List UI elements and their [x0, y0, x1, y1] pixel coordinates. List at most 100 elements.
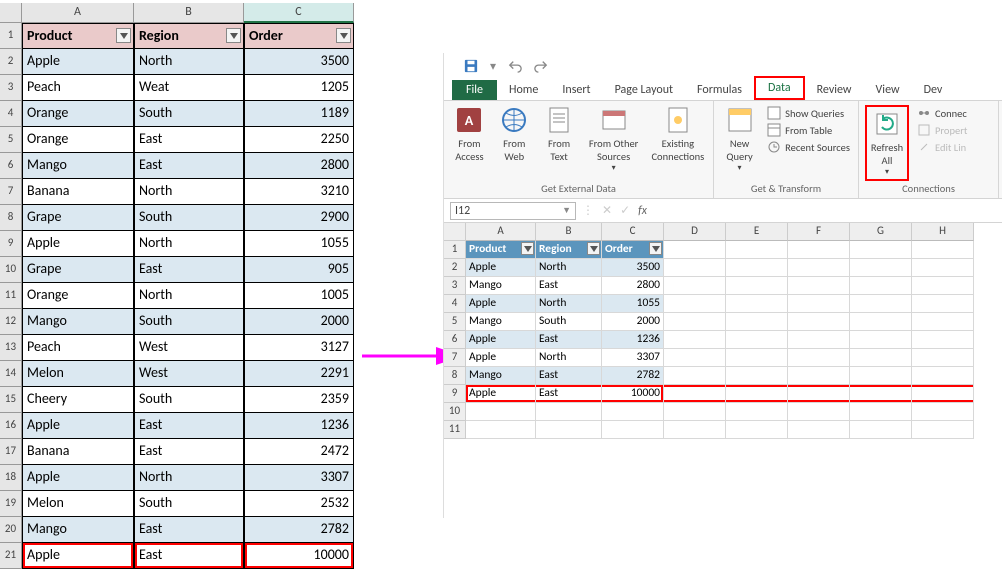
col-header-e[interactable]: E [726, 223, 788, 241]
cell[interactable]: Mango [466, 277, 536, 295]
col-header-c[interactable]: C [244, 3, 354, 23]
cell[interactable]: North [536, 349, 602, 367]
recent-sources-button[interactable]: Recent Sources [765, 139, 852, 155]
cell[interactable] [466, 403, 536, 421]
cell[interactable] [726, 277, 788, 295]
cell[interactable] [726, 331, 788, 349]
cell[interactable]: 2359 [244, 387, 354, 413]
col-header-d[interactable]: D [664, 223, 726, 241]
filter-dropdown-icon[interactable] [587, 242, 600, 255]
cell[interactable] [664, 295, 726, 313]
tab-developer[interactable]: Dev [912, 80, 955, 100]
cell[interactable]: 3127 [244, 335, 354, 361]
tab-data[interactable]: Data [754, 76, 805, 100]
cell[interactable]: North [536, 259, 602, 277]
name-box[interactable]: I12▼ [450, 202, 576, 220]
cell[interactable] [788, 349, 850, 367]
cell[interactable] [664, 349, 726, 367]
row-header[interactable]: 5 [444, 313, 466, 331]
tab-page-layout[interactable]: Page Layout [603, 80, 685, 100]
cell[interactable] [850, 313, 912, 331]
cell[interactable] [664, 277, 726, 295]
cell[interactable] [850, 385, 912, 403]
cell[interactable]: 1189 [244, 101, 354, 127]
cell[interactable] [912, 349, 974, 367]
cell[interactable]: 1205 [244, 75, 354, 101]
col-header-b[interactable]: B [134, 3, 244, 23]
connections-button[interactable]: Connec [915, 105, 969, 121]
cell[interactable]: 1055 [244, 231, 354, 257]
cell[interactable]: Apple [466, 385, 536, 403]
table-header-cell[interactable]: Order [602, 241, 664, 259]
row-header[interactable]: 13 [0, 335, 22, 361]
show-queries-button[interactable]: Show Queries [765, 105, 852, 121]
row-header[interactable]: 8 [444, 367, 466, 385]
row-header[interactable]: 6 [0, 153, 22, 179]
cell[interactable]: East [134, 517, 244, 543]
cell[interactable]: Apple [466, 331, 536, 349]
cell[interactable] [788, 385, 850, 403]
row-header[interactable]: 4 [0, 101, 22, 127]
filter-dropdown-icon[interactable] [649, 242, 662, 255]
cell[interactable]: Grape [22, 205, 134, 231]
cell[interactable]: Banana [22, 179, 134, 205]
table-header-cell[interactable]: Order [244, 23, 354, 49]
row-header[interactable]: 8 [0, 205, 22, 231]
cell[interactable]: Grape [22, 257, 134, 283]
cell[interactable]: North [134, 231, 244, 257]
row-header[interactable]: 14 [0, 361, 22, 387]
cell[interactable]: 1055 [602, 295, 664, 313]
cell[interactable] [912, 385, 974, 403]
row-header[interactable]: 3 [0, 75, 22, 101]
cell[interactable] [912, 295, 974, 313]
cell[interactable] [726, 313, 788, 331]
save-icon[interactable] [464, 59, 478, 73]
row-header[interactable]: 16 [0, 413, 22, 439]
cell[interactable]: Orange [22, 127, 134, 153]
cell[interactable]: 3500 [602, 259, 664, 277]
cell[interactable]: North [134, 179, 244, 205]
table-header-cell[interactable]: Region [536, 241, 602, 259]
cell[interactable]: 3307 [244, 465, 354, 491]
cell[interactable]: Apple [22, 465, 134, 491]
cell[interactable]: East [134, 127, 244, 153]
row-header[interactable]: 6 [444, 331, 466, 349]
cell[interactable]: South [536, 313, 602, 331]
cell[interactable]: 3210 [244, 179, 354, 205]
cell[interactable] [850, 349, 912, 367]
cell[interactable] [788, 295, 850, 313]
cell[interactable]: 2900 [244, 205, 354, 231]
cell[interactable] [726, 295, 788, 313]
cell[interactable]: East [536, 331, 602, 349]
tab-file[interactable]: File [452, 80, 497, 100]
cell[interactable] [850, 367, 912, 385]
cell[interactable]: 10000 [602, 385, 664, 403]
row-header[interactable]: 21 [0, 543, 22, 569]
cell[interactable]: Melon [22, 361, 134, 387]
cell[interactable]: Orange [22, 101, 134, 127]
cell[interactable] [664, 421, 726, 439]
cell[interactable] [664, 259, 726, 277]
cell[interactable]: Apple [466, 259, 536, 277]
from-table-button[interactable]: From Table [765, 122, 852, 138]
cell[interactable]: East [536, 367, 602, 385]
cell[interactable]: East [536, 385, 602, 403]
cell[interactable] [850, 259, 912, 277]
cell[interactable] [850, 331, 912, 349]
col-header-a[interactable]: A [22, 3, 134, 23]
cell[interactable] [788, 277, 850, 295]
row-header[interactable]: 17 [0, 439, 22, 465]
cell[interactable]: West [134, 361, 244, 387]
from-text-button[interactable]: From Text [540, 105, 579, 163]
cell[interactable]: Orange [22, 283, 134, 309]
cell[interactable] [664, 367, 726, 385]
cell[interactable]: East [134, 543, 244, 569]
edit-links-button[interactable]: Edit Lin [915, 139, 969, 155]
cell[interactable]: 2532 [244, 491, 354, 517]
select-all-corner[interactable] [0, 3, 22, 23]
cell[interactable] [912, 313, 974, 331]
cell[interactable] [912, 241, 974, 259]
cell[interactable]: 2782 [602, 367, 664, 385]
row-header[interactable]: 18 [0, 465, 22, 491]
filter-dropdown-icon[interactable] [116, 28, 131, 43]
